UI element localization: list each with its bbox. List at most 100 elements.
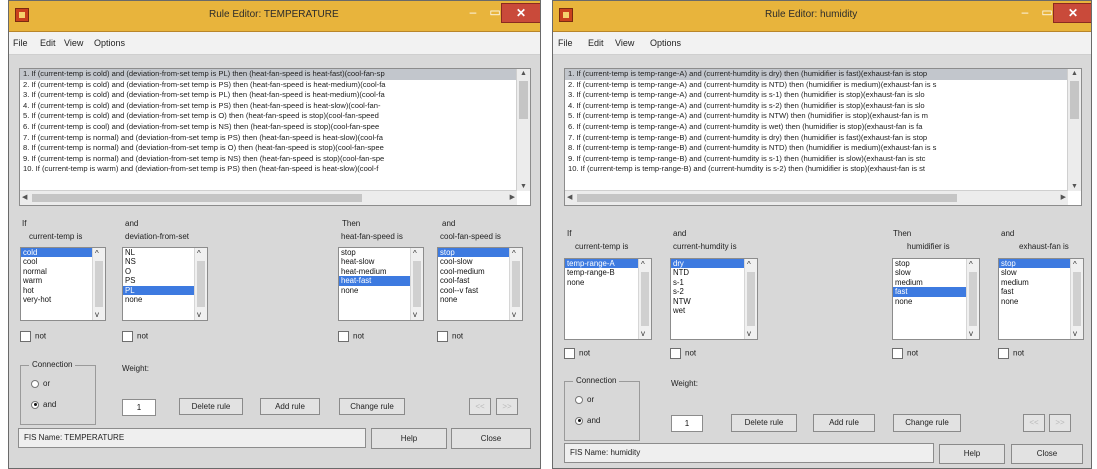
radio-button[interactable]: [31, 400, 39, 409]
rule-item[interactable]: 4. If (current-temp is temp-range-A) and…: [565, 101, 1081, 112]
radio-or[interactable]: or: [575, 395, 594, 404]
rule-item[interactable]: 10. If (current-temp is warm) and (devia…: [20, 164, 530, 175]
title-bar[interactable]: Rule Editor: humidity ‒ ▭ ✕: [553, 1, 1091, 32]
scroll-up-icon[interactable]: ▲: [520, 70, 527, 77]
close-window-button[interactable]: ✕: [501, 3, 540, 23]
menu-edit[interactable]: Edit: [40, 38, 56, 48]
title-bar[interactable]: Rule Editor: TEMPERATURE ‒ ▭ ✕: [9, 1, 540, 32]
add-rule-button[interactable]: Add rule: [260, 398, 320, 415]
rule-item[interactable]: 5. If (current-temp is temp-range-A) and…: [565, 111, 1081, 122]
scroll-down-icon[interactable]: v: [95, 310, 99, 319]
scroll-thumb[interactable]: [577, 194, 957, 202]
rule-item[interactable]: 6. If (current-temp is cool) and (deviat…: [20, 122, 530, 133]
rule-item[interactable]: 10. If (current-temp is temp-range-B) an…: [565, 164, 1081, 175]
scroll-right-icon[interactable]: ▶: [1061, 193, 1066, 201]
rule-item[interactable]: 7. If (current-temp is temp-range-B) and…: [565, 133, 1081, 144]
close-window-button[interactable]: ✕: [1053, 3, 1091, 23]
close-button[interactable]: Close: [451, 428, 531, 449]
rule-item[interactable]: 1. If (current-temp is temp-range-A) and…: [565, 69, 1081, 80]
rule-list-vscroll[interactable]: ▲ ▼: [1067, 69, 1081, 191]
checkbox[interactable]: [437, 331, 448, 342]
scroll-thumb[interactable]: [95, 261, 103, 307]
rule-item[interactable]: 3. If (current-temp is cold) and (deviat…: [20, 90, 530, 101]
checkbox[interactable]: [892, 348, 903, 359]
scroll-thumb[interactable]: [512, 261, 520, 307]
scroll-up-icon[interactable]: ^: [1073, 260, 1077, 269]
rule-item[interactable]: 8. If (current-temp is temp-range-B) and…: [565, 143, 1081, 154]
not-checkbox-1[interactable]: not: [20, 331, 46, 342]
checkbox[interactable]: [564, 348, 575, 359]
scroll-thumb[interactable]: [519, 81, 528, 119]
input2-listbox[interactable]: NL NS O PS PL none ^ v: [122, 247, 208, 321]
scroll-thumb[interactable]: [1070, 81, 1079, 119]
scroll-thumb[interactable]: [197, 261, 205, 307]
scroll-down-icon[interactable]: ▼: [520, 183, 527, 190]
not-checkbox-2[interactable]: not: [122, 331, 148, 342]
delete-rule-button[interactable]: Delete rule: [731, 414, 797, 432]
weight-input[interactable]: 1: [122, 399, 156, 416]
scroll-down-icon[interactable]: v: [747, 329, 751, 338]
menu-file[interactable]: File: [13, 38, 28, 48]
output1-listbox[interactable]: stop heat-slow heat-medium heat-fast none ^ v: [338, 247, 424, 321]
checkbox[interactable]: [338, 331, 349, 342]
menu-options[interactable]: Options: [94, 38, 125, 48]
radio-and[interactable]: and: [31, 400, 56, 409]
delete-rule-button[interactable]: Delete rule: [179, 398, 243, 415]
checkbox[interactable]: [122, 331, 133, 342]
listbox-scrollbar[interactable]: ^ v: [509, 248, 522, 320]
close-button[interactable]: Close: [1011, 444, 1083, 464]
scroll-down-icon[interactable]: v: [1073, 329, 1077, 338]
listbox-scrollbar[interactable]: ^ v: [194, 248, 207, 320]
listbox-scrollbar[interactable]: ^ v: [638, 259, 651, 339]
minimize-button[interactable]: ‒: [1013, 3, 1037, 23]
scroll-down-icon[interactable]: v: [197, 310, 201, 319]
not-checkbox-1[interactable]: not: [564, 348, 590, 359]
scroll-left-icon[interactable]: ◀: [567, 193, 572, 201]
scroll-thumb[interactable]: [641, 272, 649, 326]
radio-or[interactable]: or: [31, 379, 50, 388]
help-button[interactable]: Help: [939, 444, 1005, 464]
next-rule-button[interactable]: >>: [496, 398, 518, 415]
checkbox[interactable]: [998, 348, 1009, 359]
rule-item[interactable]: 9. If (current-temp is temp-range-B) and…: [565, 154, 1081, 165]
scroll-down-icon[interactable]: v: [969, 329, 973, 338]
menu-options[interactable]: Options: [650, 38, 681, 48]
rule-item[interactable]: 3. If (current-temp is temp-range-A) and…: [565, 90, 1081, 101]
listbox-scrollbar[interactable]: ^ v: [966, 259, 979, 339]
rule-list-hscroll[interactable]: ◀ ▶: [20, 190, 517, 205]
rule-item[interactable]: 2. If (current-temp is cold) and (deviat…: [20, 80, 530, 91]
rule-item[interactable]: 6. If (current-temp is temp-range-A) and…: [565, 122, 1081, 133]
scroll-down-icon[interactable]: v: [641, 329, 645, 338]
scroll-up-icon[interactable]: ^: [413, 249, 417, 258]
scroll-up-icon[interactable]: ^: [95, 249, 99, 258]
scroll-thumb[interactable]: [413, 261, 421, 307]
rule-item[interactable]: 2. If (current-temp is temp-range-A) and…: [565, 80, 1081, 91]
add-rule-button[interactable]: Add rule: [813, 414, 875, 432]
change-rule-button[interactable]: Change rule: [339, 398, 405, 415]
scroll-thumb[interactable]: [969, 272, 977, 326]
input1-listbox[interactable]: temp-range-A temp-range-B none ^ v: [564, 258, 652, 340]
scroll-up-icon[interactable]: ^: [747, 260, 751, 269]
scroll-left-icon[interactable]: ◀: [22, 193, 27, 201]
menu-view[interactable]: View: [615, 38, 634, 48]
output1-listbox[interactable]: stop slow medium fast none ^ v: [892, 258, 980, 340]
not-checkbox-3[interactable]: not: [892, 348, 918, 359]
scroll-up-icon[interactable]: ^: [969, 260, 973, 269]
rule-item[interactable]: 1. If (current-temp is cold) and (deviat…: [20, 69, 530, 80]
output2-listbox[interactable]: stop cool-slow cool-medium cool-fast cool--v…: [437, 247, 523, 321]
checkbox[interactable]: [670, 348, 681, 359]
scroll-up-icon[interactable]: ▲: [1071, 70, 1078, 77]
prev-rule-button[interactable]: <<: [469, 398, 491, 415]
menu-file[interactable]: File: [558, 38, 573, 48]
scroll-up-icon[interactable]: ^: [641, 260, 645, 269]
not-checkbox-3[interactable]: not: [338, 331, 364, 342]
rule-item[interactable]: 8. If (current-temp is normal) and (devi…: [20, 143, 530, 154]
listbox-scrollbar[interactable]: ^ v: [744, 259, 757, 339]
radio-button[interactable]: [31, 379, 39, 388]
output2-listbox[interactable]: stop slow medium fast none ^ v: [998, 258, 1084, 340]
scroll-down-icon[interactable]: v: [413, 310, 417, 319]
scroll-up-icon[interactable]: ^: [512, 249, 516, 258]
change-rule-button[interactable]: Change rule: [893, 414, 961, 432]
scroll-right-icon[interactable]: ▶: [510, 193, 515, 201]
radio-and[interactable]: and: [575, 416, 600, 425]
